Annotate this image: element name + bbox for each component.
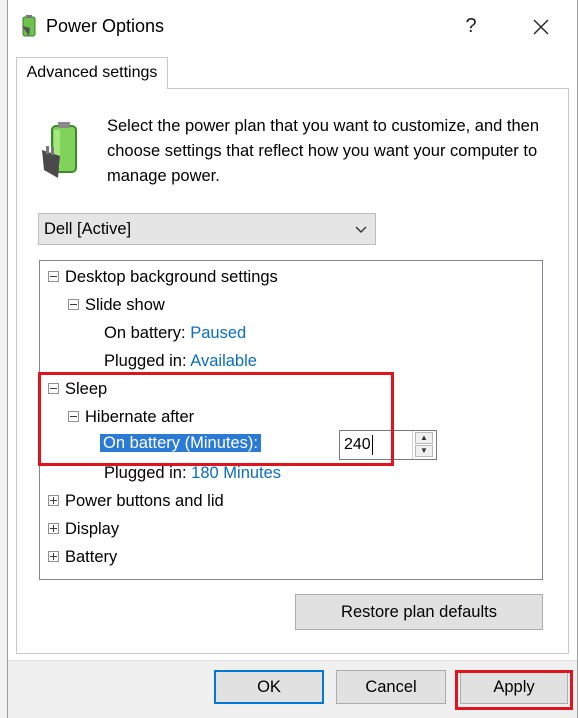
hibernate-plugged-in-value[interactable]: 180 Minutes xyxy=(191,464,281,482)
expand-icon[interactable] xyxy=(48,550,59,562)
title-bar: Power Options ? xyxy=(8,0,577,52)
close-button[interactable] xyxy=(518,6,564,46)
slideshow-plugged-in-value[interactable]: Available xyxy=(190,352,257,370)
ok-button[interactable]: OK xyxy=(214,670,324,704)
cancel-button[interactable]: Cancel xyxy=(336,670,446,704)
collapse-icon[interactable] xyxy=(68,298,79,310)
expand-icon[interactable] xyxy=(48,522,59,534)
tree-item-power-buttons[interactable]: Power buttons and lid xyxy=(48,488,224,514)
chevron-down-icon xyxy=(355,214,367,244)
spin-down-button[interactable]: ▼ xyxy=(415,445,433,457)
window-title: Power Options xyxy=(46,16,165,36)
tree-item-battery[interactable]: Battery xyxy=(48,544,117,570)
annotation-highlight-sleep xyxy=(38,372,394,466)
tree-item-desktop-background[interactable]: Desktop background settings xyxy=(48,264,278,290)
close-icon xyxy=(533,19,549,35)
power-options-dialog: Power Options ? Advanced settings Select… xyxy=(7,0,578,718)
slideshow-on-battery-value[interactable]: Paused xyxy=(190,324,246,342)
battery-plug-icon xyxy=(42,122,77,178)
spin-up-button[interactable]: ▲ xyxy=(415,432,433,444)
power-battery-icon xyxy=(22,15,36,37)
restore-defaults-button[interactable]: Restore plan defaults xyxy=(295,594,543,630)
tree-item-display[interactable]: Display xyxy=(48,516,119,542)
expand-icon[interactable] xyxy=(48,494,59,506)
help-button[interactable]: ? xyxy=(448,6,494,46)
collapse-icon[interactable] xyxy=(48,270,59,282)
power-plan-dropdown[interactable]: Dell [Active] xyxy=(38,213,376,245)
tree-item-slideshow-on-battery[interactable]: On battery: Paused xyxy=(104,320,246,346)
tree-item-slideshow-plugged-in[interactable]: Plugged in: Available xyxy=(104,348,257,374)
annotation-highlight-apply xyxy=(455,670,573,710)
power-plan-selected: Dell [Active] xyxy=(44,220,132,238)
intro-description: Select the power plan that you want to c… xyxy=(107,117,540,185)
tree-item-slide-show[interactable]: Slide show xyxy=(68,292,165,318)
tab-advanced-settings[interactable]: Advanced settings xyxy=(16,57,168,89)
spinbox-buttons: ▲ ▼ xyxy=(412,431,436,459)
